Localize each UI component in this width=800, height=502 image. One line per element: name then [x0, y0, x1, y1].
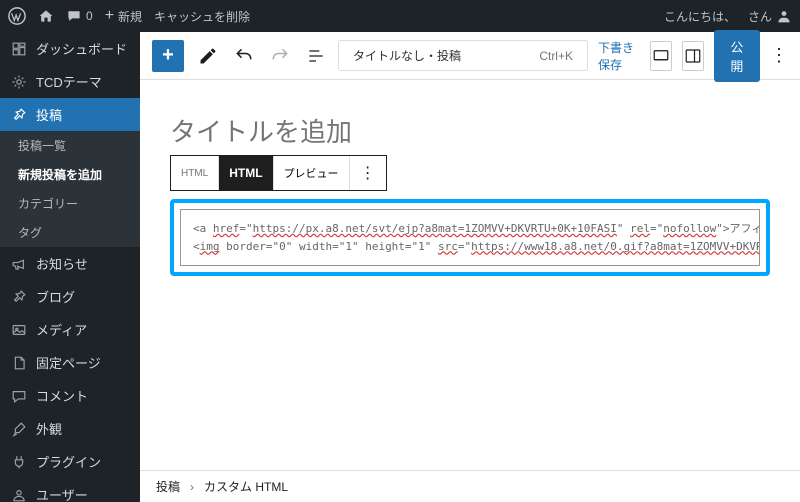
sidebar-item-2[interactable]: 投稿	[0, 98, 140, 131]
gear-icon	[10, 73, 28, 91]
sidebar-item-label: 外観	[36, 419, 62, 438]
redo-button[interactable]	[268, 44, 292, 68]
sidebar-item-10[interactable]: ユーザー	[0, 478, 140, 502]
sidebar-item-label: ダッシュボード	[36, 39, 127, 58]
sidebar-item-1[interactable]: TCDテーマ	[0, 65, 140, 98]
admin-sidebar: ダッシュボード TCDテーマ投稿投稿一覧新規投稿を追加カテゴリータグお知らせブログ…	[0, 32, 140, 502]
sidebar-item-3[interactable]: お知らせ	[0, 247, 140, 280]
block-toolbar: HTML HTML プレビュー ⋮	[170, 155, 387, 191]
admin-bar-right: こんにちは、 さん	[664, 8, 792, 25]
editor-toolbar: + タイトルなし・投稿 Ctrl+K	[140, 32, 800, 80]
toolbar-left-group: +	[152, 40, 328, 72]
block-breadcrumb: 投稿 › カスタム HTML	[140, 470, 800, 502]
submenu-item-2[interactable]: カテゴリー	[0, 189, 140, 218]
admin-bar-left: 0 + 新規 キャッシュを削除	[8, 7, 250, 25]
breadcrumb-root[interactable]: 投稿	[156, 478, 180, 495]
editor: + タイトルなし・投稿 Ctrl+K	[140, 32, 800, 502]
wp-logo-icon[interactable]	[8, 7, 26, 25]
avatar-icon	[776, 8, 792, 24]
sidebar-item-0[interactable]: ダッシュボード	[0, 32, 140, 65]
block-type-icon[interactable]: HTML	[171, 156, 219, 190]
block-inserter-button[interactable]: +	[152, 40, 184, 72]
toolbar-right-group: 下書き保存 公開 ⋮	[598, 30, 788, 82]
admin-bar: 0 + 新規 キャッシュを削除 こんにちは、 さん	[0, 0, 800, 32]
greeting-text: こんにちは、	[664, 8, 736, 25]
breadcrumb-separator: ›	[190, 480, 194, 494]
sidebar-item-6[interactable]: 固定ページ	[0, 346, 140, 379]
submenu-item-0[interactable]: 投稿一覧	[0, 131, 140, 160]
sidebar-item-4[interactable]: ブログ	[0, 280, 140, 313]
document-overview-button[interactable]	[304, 44, 328, 68]
editor-canvas: タイトルを追加 HTML HTML プレビュー ⋮ <a href="https…	[140, 80, 800, 502]
custom-html-block: <a href="https://px.a8.net/svt/ejp?a8mat…	[170, 199, 770, 276]
comment-icon	[66, 8, 82, 24]
sidebar-submenu: 投稿一覧新規投稿を追加カテゴリータグ	[0, 131, 140, 247]
breadcrumb-current[interactable]: カスタム HTML	[204, 478, 288, 495]
page-icon	[10, 354, 28, 372]
sidebar-item-label: 投稿	[36, 105, 62, 124]
sidebar-item-9[interactable]: プラグイン	[0, 445, 140, 478]
comments-count[interactable]: 0	[66, 8, 93, 24]
sidebar-item-label: 固定ページ	[36, 353, 101, 372]
plus-icon: +	[105, 7, 114, 25]
sidebar-item-label: プラグイン	[36, 452, 101, 471]
submenu-item-3[interactable]: タグ	[0, 218, 140, 247]
sidebar-item-label: コメント	[36, 386, 88, 405]
media-icon	[10, 321, 28, 339]
block-options-button[interactable]: ⋮	[350, 156, 386, 190]
sidebar-item-label: お知らせ	[36, 254, 88, 273]
post-title-input[interactable]: タイトルを追加	[170, 112, 770, 149]
document-title-text: タイトルなし・投稿	[353, 47, 461, 64]
sidebar-item-7[interactable]: コメント	[0, 379, 140, 412]
new-label: 新規	[118, 8, 142, 25]
view-button[interactable]	[650, 41, 672, 71]
block-preview-tab[interactable]: プレビュー	[274, 156, 350, 190]
new-content[interactable]: + 新規	[105, 7, 142, 25]
undo-button[interactable]	[232, 44, 256, 68]
block-html-tab[interactable]: HTML	[219, 156, 273, 190]
comments-count-value: 0	[86, 9, 93, 23]
user-menu[interactable]: さん	[748, 8, 792, 25]
sidebar-item-5[interactable]: メディア	[0, 313, 140, 346]
save-draft-link[interactable]: 下書き保存	[598, 39, 640, 73]
brush-icon	[10, 420, 28, 438]
dashboard-icon	[10, 40, 28, 58]
edit-mode-icon[interactable]	[196, 44, 220, 68]
sidebar-item-label: メディア	[36, 320, 87, 339]
sidebar-item-8[interactable]: 外観	[0, 412, 140, 445]
sidebar-item-label: ユーザー	[36, 485, 88, 502]
home-icon[interactable]	[38, 8, 54, 24]
comment-icon	[10, 387, 28, 405]
submenu-item-1[interactable]: 新規投稿を追加	[0, 160, 140, 189]
document-title-pill[interactable]: タイトルなし・投稿 Ctrl+K	[338, 40, 588, 71]
pin-icon	[10, 106, 28, 124]
more-options-button[interactable]: ⋮	[770, 45, 788, 66]
sidebar-item-label: TCDテーマ	[36, 72, 102, 91]
plug-icon	[10, 453, 28, 471]
clear-cache[interactable]: キャッシュを削除	[154, 8, 250, 25]
html-code-textarea[interactable]: <a href="https://px.a8.net/svt/ejp?a8mat…	[180, 209, 760, 266]
sidebar-item-label: ブログ	[36, 287, 75, 306]
publish-button[interactable]: 公開	[714, 30, 760, 82]
pin-icon	[10, 288, 28, 306]
settings-sidebar-button[interactable]	[682, 41, 704, 71]
megaphone-icon	[10, 255, 28, 273]
user-icon	[10, 486, 28, 502]
command-shortcut: Ctrl+K	[539, 49, 573, 63]
